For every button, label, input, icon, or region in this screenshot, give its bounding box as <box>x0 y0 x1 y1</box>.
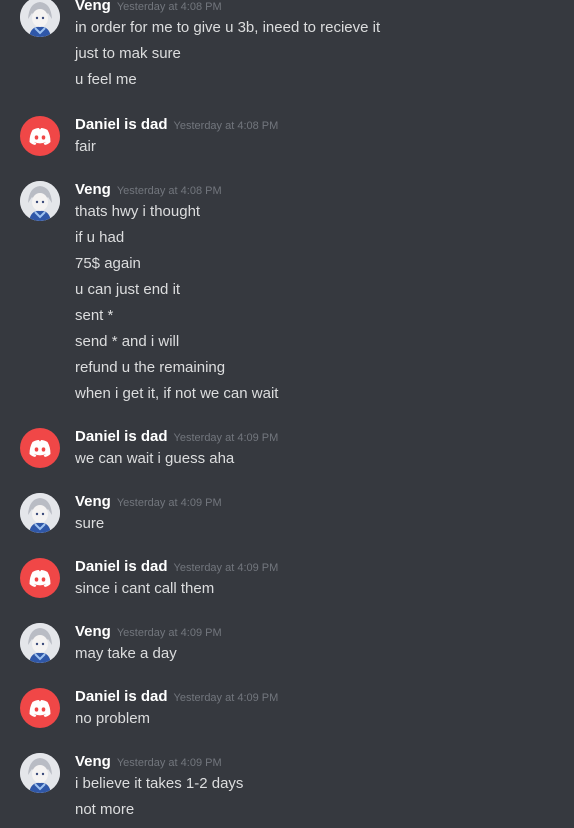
message-body: fair <box>75 136 96 162</box>
message-line: since i cant call them <box>75 580 215 597</box>
anime-character-icon <box>20 0 60 37</box>
anime-character-icon <box>20 181 60 221</box>
timestamp: Yesterday at 4:08 PM <box>116 185 222 197</box>
username[interactable]: Daniel is dad <box>75 116 168 133</box>
discord-logo-icon <box>29 128 51 145</box>
message-body: may take a day <box>75 643 177 669</box>
username[interactable]: Daniel is dad <box>75 558 168 575</box>
message-line: u feel me <box>75 71 137 88</box>
timestamp: Yesterday at 4:08 PM <box>116 1 222 13</box>
avatar[interactable] <box>20 623 60 663</box>
message-line: sure <box>75 515 105 532</box>
message-body: in order for me to give u 3b, ineed to r… <box>75 17 380 95</box>
timestamp: Yesterday at 4:09 PM <box>173 692 279 704</box>
message-line: refund u the remaining <box>75 359 226 376</box>
timestamp: Yesterday at 4:09 PM <box>173 562 279 574</box>
discord-logo-icon <box>29 700 51 717</box>
avatar[interactable] <box>20 428 60 468</box>
message-line: may take a day <box>75 645 177 662</box>
message-line: we can wait i guess aha <box>75 450 235 467</box>
message-header: Veng Yesterday at 4:08 PM <box>75 0 222 17</box>
avatar[interactable] <box>20 181 60 221</box>
avatar[interactable] <box>20 493 60 533</box>
message-line: in order for me to give u 3b, ineed to r… <box>75 19 381 36</box>
message-line: send * and i will <box>75 333 180 350</box>
message-body: sure <box>75 513 104 539</box>
username[interactable]: Veng <box>75 181 111 198</box>
username[interactable]: Daniel is dad <box>75 428 168 445</box>
message-line: not more <box>75 801 135 818</box>
message-line: thats hwy i thought <box>75 203 201 220</box>
message-line: no problem <box>75 710 151 727</box>
username[interactable]: Daniel is dad <box>75 688 168 705</box>
message-line: if u had <box>75 229 125 246</box>
avatar[interactable] <box>20 116 60 156</box>
anime-character-icon <box>20 493 60 533</box>
discord-logo-icon <box>29 570 51 587</box>
message-line: u can just end it <box>75 281 181 298</box>
username[interactable]: Veng <box>75 0 111 14</box>
avatar[interactable] <box>20 0 60 37</box>
message-list: Veng Yesterday at 4:08 PM in order for me… <box>0 0 574 828</box>
message-body: thats hwy i thought if u had 75$ again u… <box>75 201 278 409</box>
message-line: i believe it takes 1-2 days <box>75 775 244 792</box>
avatar[interactable] <box>20 558 60 598</box>
message-line: 75$ again <box>75 255 141 272</box>
message-header: Daniel is dad Yesterday at 4:09 PM <box>75 688 278 708</box>
message-header: Veng Yesterday at 4:08 PM <box>75 181 222 201</box>
message-body: i believe it takes 1-2 days not more <box>75 773 243 825</box>
username[interactable]: Veng <box>75 753 111 770</box>
message-body: we can wait i guess aha <box>75 448 234 474</box>
username[interactable]: Veng <box>75 623 111 640</box>
message-line: sent * <box>75 307 114 324</box>
avatar[interactable] <box>20 688 60 728</box>
message-header: Veng Yesterday at 4:09 PM <box>75 753 222 773</box>
message-header: Veng Yesterday at 4:09 PM <box>75 623 222 643</box>
avatar[interactable] <box>20 753 60 793</box>
message-header: Daniel is dad Yesterday at 4:09 PM <box>75 558 278 578</box>
username[interactable]: Veng <box>75 493 111 510</box>
timestamp: Yesterday at 4:09 PM <box>173 432 279 444</box>
message-header: Veng Yesterday at 4:09 PM <box>75 493 222 513</box>
anime-character-icon <box>20 753 60 793</box>
message-line: just to mak sure <box>75 45 181 62</box>
timestamp: Yesterday at 4:08 PM <box>173 120 279 132</box>
message-line: fair <box>75 138 96 155</box>
discord-logo-icon <box>29 440 51 457</box>
message-line: when i get it, if not we can wait <box>75 385 279 402</box>
message-body: since i cant call them <box>75 578 214 604</box>
timestamp: Yesterday at 4:09 PM <box>116 497 222 509</box>
anime-character-icon <box>20 623 60 663</box>
message-header: Daniel is dad Yesterday at 4:08 PM <box>75 116 278 136</box>
timestamp: Yesterday at 4:09 PM <box>116 627 222 639</box>
timestamp: Yesterday at 4:09 PM <box>116 757 222 769</box>
message-header: Daniel is dad Yesterday at 4:09 PM <box>75 428 278 448</box>
message-body: no problem <box>75 708 150 734</box>
